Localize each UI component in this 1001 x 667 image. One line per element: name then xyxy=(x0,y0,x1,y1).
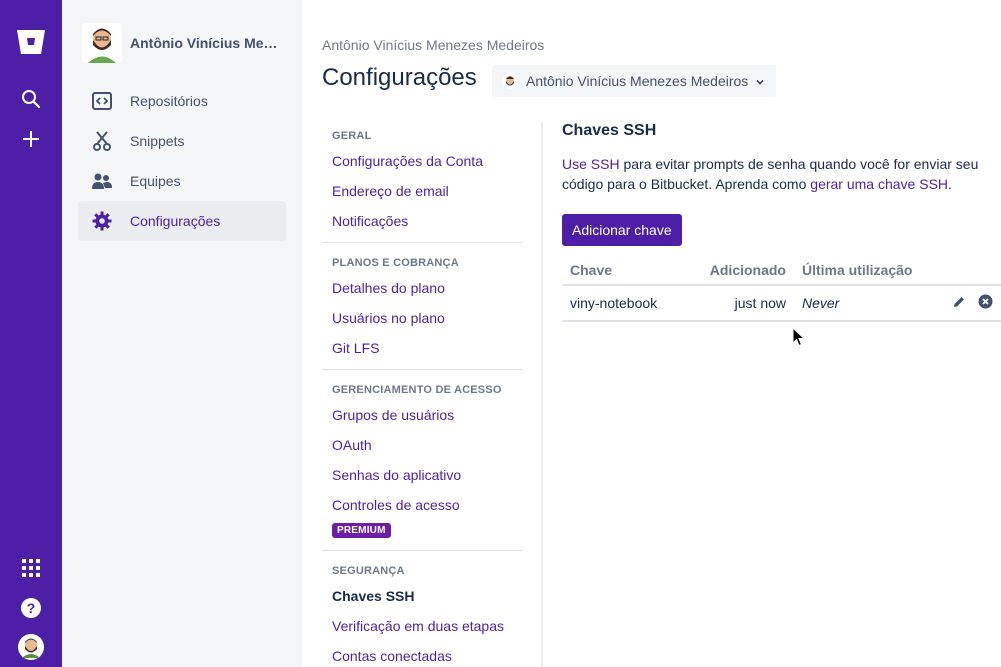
edit-icon[interactable] xyxy=(952,295,966,312)
settings-group-heading: GERAL xyxy=(332,130,372,142)
settings-link-notificacoes[interactable]: Notificações xyxy=(322,206,522,236)
sidebar-item-label: Snippets xyxy=(130,133,185,149)
repository-icon xyxy=(92,91,112,111)
snippets-icon xyxy=(92,131,112,151)
ssh-description: Use SSH para evitar prompts de senha qua… xyxy=(562,154,982,194)
apps-grid-icon[interactable] xyxy=(0,548,62,588)
delete-icon[interactable] xyxy=(978,294,993,312)
main-content: Antônio Vinícius Menezes Medeiros Config… xyxy=(302,0,1001,667)
settings-link-detalhes-plano[interactable]: Detalhes do plano xyxy=(322,273,522,303)
settings-group-seguranca: SEGURANÇA Chaves SSH Verificação em duas… xyxy=(322,551,522,667)
section-title: Chaves SSH xyxy=(562,122,657,139)
settings-group-geral: GERAL Configurações da Conta Endereço de… xyxy=(322,120,522,243)
help-icon[interactable]: ? xyxy=(0,588,62,628)
settings-link-grupos-usuarios[interactable]: Grupos de usuários xyxy=(322,400,522,430)
key-label: viny-notebook xyxy=(562,285,697,322)
settings-group-acesso: GERENCIAMENTO DE ACESSO Grupos de usuári… xyxy=(322,370,522,551)
settings-link-oauth[interactable]: OAuth xyxy=(322,430,522,460)
table-header-row: Chave Adicionado Última utilização xyxy=(562,255,1001,286)
settings-link-usuarios-plano[interactable]: Usuários no plano xyxy=(322,303,522,333)
sidebar-header: Antônio Vinícius Menezes Medeiros xyxy=(82,23,285,63)
settings-link-contas-conectadas[interactable]: Contas conectadas xyxy=(322,641,522,667)
description-text-end: . xyxy=(948,176,952,192)
avatar[interactable] xyxy=(0,627,62,667)
table-row: viny-notebook just now Never xyxy=(562,285,1001,322)
settings-link-email[interactable]: Endereço de email xyxy=(322,176,522,206)
column-header-actions xyxy=(934,255,1001,286)
avatar[interactable] xyxy=(82,23,122,63)
bitbucket-logo-icon[interactable] xyxy=(0,22,62,62)
key-actions xyxy=(934,285,1001,322)
settings-group-heading: PLANOS E COBRANÇA xyxy=(332,257,459,269)
column-header-adicionado: Adicionado xyxy=(697,255,794,286)
divider xyxy=(541,122,543,667)
use-ssh-link[interactable]: Use SSH xyxy=(562,156,620,172)
account-sidebar: Antônio Vinícius Menezes Medeiros Reposi… xyxy=(62,0,302,667)
add-key-button[interactable]: Adicionar chave xyxy=(562,214,682,246)
svg-text:?: ? xyxy=(27,600,36,616)
search-icon[interactable] xyxy=(0,79,62,119)
settings-link-git-lfs[interactable]: Git LFS xyxy=(322,333,522,363)
sidebar-item-label: Configurações xyxy=(130,213,221,229)
settings-group-planos: PLANOS E COBRANÇA Detalhes do plano Usuá… xyxy=(322,243,522,370)
column-header-ultima-utilizacao: Última utilização xyxy=(794,255,934,286)
sidebar-item-equipes[interactable]: Equipes xyxy=(78,161,286,201)
column-header-chave: Chave xyxy=(562,255,697,286)
ssh-keys-table: Chave Adicionado Última utilização viny-… xyxy=(562,255,1001,322)
key-added: just now xyxy=(697,285,794,322)
account-select[interactable]: Antônio Vinícius Menezes Medeiros xyxy=(492,65,776,97)
sidebar-item-label: Equipes xyxy=(130,173,181,189)
settings-link-chaves-ssh[interactable]: Chaves SSH xyxy=(322,581,522,611)
ssh-keys-panel: Chaves SSH Use SSH para evitar prompts d… xyxy=(562,122,1001,322)
plus-icon[interactable] xyxy=(0,119,62,159)
sidebar-item-configuracoes[interactable]: Configurações xyxy=(78,201,286,241)
teams-icon xyxy=(92,171,112,191)
row-actions xyxy=(942,294,993,312)
settings-link-verificacao-duas-etapas[interactable]: Verificação em duas etapas xyxy=(322,611,522,641)
settings-link-senhas-aplicativo[interactable]: Senhas do aplicativo xyxy=(322,460,522,490)
gear-icon xyxy=(92,211,112,231)
page-title: Configurações xyxy=(322,64,477,91)
chevron-down-icon xyxy=(754,75,766,87)
avatar xyxy=(502,73,518,89)
settings-nav: GERAL Configurações da Conta Endereço de… xyxy=(322,120,522,667)
settings-link-controles-acesso[interactable]: Controles de acesso xyxy=(322,490,522,520)
sidebar-item-repositorios[interactable]: Repositórios xyxy=(78,81,286,121)
settings-link-configuracoes-conta[interactable]: Configurações da Conta xyxy=(322,146,522,176)
account-select-value: Antônio Vinícius Menezes Medeiros xyxy=(526,73,749,89)
mouse-cursor-icon xyxy=(792,326,806,352)
sidebar-item-snippets[interactable]: Snippets xyxy=(78,121,286,161)
sidebar-item-label: Repositórios xyxy=(130,93,208,109)
global-nav: ? xyxy=(0,0,62,667)
generate-ssh-key-link[interactable]: gerar uma chave SSH xyxy=(810,176,948,192)
breadcrumb[interactable]: Antônio Vinícius Menezes Medeiros xyxy=(322,37,544,53)
key-last-used: Never xyxy=(794,285,934,322)
premium-badge: PREMIUM xyxy=(332,523,391,538)
settings-group-heading: GERENCIAMENTO DE ACESSO xyxy=(332,384,502,396)
sidebar-user-name: Antônio Vinícius Menezes Medeiros xyxy=(130,35,285,51)
settings-group-heading: SEGURANÇA xyxy=(332,565,405,577)
